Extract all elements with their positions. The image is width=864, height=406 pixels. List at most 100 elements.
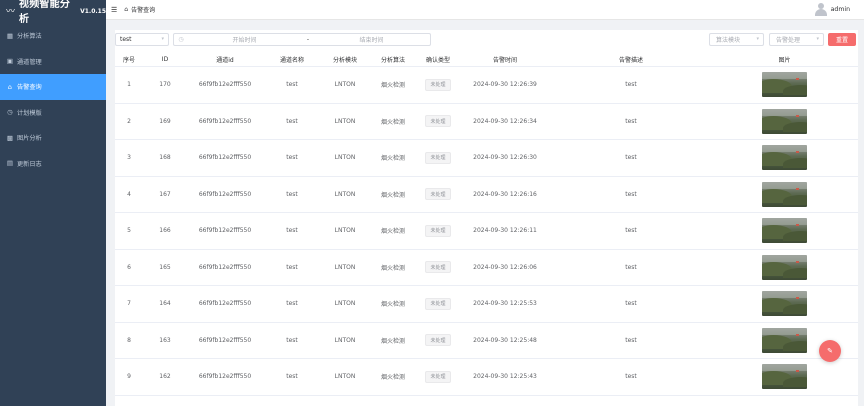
sidebar-item-label: 分析算法: [17, 33, 42, 41]
alarm-thumbnail[interactable]: [762, 72, 807, 98]
row-id: 162: [159, 373, 171, 381]
row-channel-id: 66f9fb12e2fff550: [198, 263, 252, 271]
filter-bar: test ▾ ◷ 开始时间 - 结束时间 算法模块 ▾ 告警处理 ▾ 重置: [115, 30, 858, 50]
row-id: 168: [159, 154, 171, 162]
row-channel-name: test: [286, 154, 298, 162]
date-range-picker[interactable]: ◷ 开始时间 - 结束时间: [173, 33, 431, 46]
clock-icon: ◷: [7, 108, 13, 117]
sidebar-item-alarms[interactable]: ⌂ 告警查询: [0, 74, 106, 100]
alarm-thumbnail[interactable]: [762, 364, 807, 390]
row-alarm-time: 2024-09-30 12:26:16: [473, 190, 537, 198]
row-module: LNTON: [334, 117, 356, 125]
column-header[interactable]: 通道id: [187, 55, 263, 64]
alarm-thumbnail[interactable]: [762, 108, 807, 134]
row-alarm-time: 2024-09-30 12:26:06: [473, 263, 537, 271]
column-header[interactable]: 图片: [711, 55, 858, 64]
row-image-cell: [711, 254, 858, 280]
row-image-cell: [711, 145, 858, 171]
row-id: 165: [159, 263, 171, 271]
algorithm-select[interactable]: 算法模块 ▾: [709, 33, 764, 46]
row-algorithm: 烟火检测: [380, 337, 405, 345]
row-index: 2: [127, 117, 131, 125]
chevron-down-icon: ▾: [161, 36, 164, 42]
row-channel-id: 66f9fb12e2fff550: [198, 373, 252, 381]
row-algorithm: 烟火检测: [380, 301, 405, 309]
channel-select[interactable]: test ▾: [115, 33, 169, 46]
row-algorithm: 烟火检测: [380, 264, 405, 272]
table-row[interactable]: 9 162 66f9fb12e2fff550 test LNTON 烟火检测 未处理 2024…: [115, 359, 858, 396]
row-description: test: [625, 300, 637, 308]
alarm-thumbnail[interactable]: [762, 291, 807, 317]
row-index: 5: [127, 227, 131, 235]
user-menu[interactable]: admin: [814, 3, 850, 16]
status-cell: 未处理: [417, 188, 459, 201]
row-channel-name: test: [286, 300, 298, 308]
start-time-input[interactable]: 开始时间: [186, 35, 303, 44]
hamburger-icon[interactable]: ☰: [111, 6, 117, 14]
alarm-thumbnail[interactable]: [762, 181, 807, 207]
column-header[interactable]: 告警时间: [459, 55, 551, 64]
grid-icon: ▦: [6, 31, 14, 40]
status-cell: 未处理: [417, 261, 459, 274]
column-header[interactable]: 告警描述: [551, 55, 711, 64]
status-cell: 未处理: [417, 78, 459, 91]
row-algorithm: 烟火检测: [380, 82, 405, 90]
sidebar-item-plan-templates[interactable]: ◷ 计划模版: [0, 100, 106, 126]
row-channel-id: 66f9fb12e2fff550: [198, 117, 252, 125]
row-index: 8: [127, 336, 131, 344]
row-index: 6: [127, 263, 131, 271]
table-row[interactable]: 8 163 66f9fb12e2fff550 test LNTON 烟火检测 未处理 2024…: [115, 323, 858, 359]
status-select[interactable]: 告警处理 ▾: [769, 33, 824, 46]
sidebar-item-channels[interactable]: ▣ 通道管理: [0, 49, 106, 75]
row-channel-name: test: [286, 227, 298, 235]
sidebar-item-image-analysis[interactable]: ▩ 图片分析: [0, 125, 106, 151]
column-header[interactable]: 分析模块: [321, 55, 369, 64]
breadcrumb-current: 告警查询: [131, 7, 156, 14]
sidebar-item-changelog[interactable]: ▤ 更新日志: [0, 151, 106, 177]
top-header: ☰ ⌂ 告警查询 admin: [106, 0, 864, 20]
column-header[interactable]: 通道名称: [263, 55, 321, 64]
row-algorithm: 烟火检测: [380, 228, 405, 236]
column-header[interactable]: 序号: [115, 55, 143, 64]
avatar[interactable]: [814, 3, 827, 16]
image-icon: ▩: [6, 133, 14, 142]
table-row[interactable]: 3 168 66f9fb12e2fff550 test LNTON 烟火检测 未处理 2024…: [115, 140, 858, 177]
row-index: 9: [127, 373, 131, 381]
row-description: test: [625, 190, 637, 198]
row-channel-name: test: [286, 263, 298, 271]
username[interactable]: admin: [831, 6, 850, 13]
table-row[interactable]: 2 169 66f9fb12e2fff550 test LNTON 烟火检测 未处理 2024…: [115, 104, 858, 140]
row-description: test: [625, 227, 637, 235]
sidebar-item-label: 告警查询: [17, 84, 42, 92]
alarm-thumbnail[interactable]: [762, 218, 807, 244]
column-header[interactable]: 分析算法: [369, 55, 417, 64]
alarm-thumbnail[interactable]: [762, 254, 807, 280]
table-row[interactable]: 1 170 66f9fb12e2fff550 test LNTON 烟火检测 未处理 2024…: [115, 67, 858, 104]
floating-action-button[interactable]: ✎: [819, 340, 841, 362]
table-row[interactable]: 7 164 66f9fb12e2fff550 test LNTON 烟火检测 未处理 2024…: [115, 286, 858, 323]
table-row[interactable]: 4 167 66f9fb12e2fff550 test LNTON 烟火检测 未处理 2024…: [115, 177, 858, 213]
table-row[interactable]: 5 166 66f9fb12e2fff550 test LNTON 烟火检测 未处理 2024…: [115, 213, 858, 250]
row-description: test: [625, 263, 637, 271]
status-badge: 未处理: [425, 224, 451, 237]
row-module: LNTON: [334, 336, 356, 344]
sidebar-item-label: 更新日志: [17, 160, 42, 168]
alarm-thumbnail[interactable]: [762, 327, 807, 353]
row-channel-name: test: [286, 190, 298, 198]
channel-select-value: test: [120, 36, 132, 43]
column-header[interactable]: ID: [143, 56, 187, 63]
row-description: test: [625, 117, 637, 125]
sidebar-item-algorithms[interactable]: ▦ 分析算法: [0, 23, 106, 49]
table-row[interactable]: 6 165 66f9fb12e2fff550 test LNTON 烟火检测 未处理 2024…: [115, 250, 858, 286]
document-icon: ▤: [6, 159, 14, 168]
table-body: 1 170 66f9fb12e2fff550 test LNTON 烟火检测 未处理 2024…: [115, 67, 858, 396]
column-header[interactable]: 确认类型: [417, 55, 459, 64]
row-alarm-time: 2024-09-30 12:25:43: [473, 373, 537, 381]
row-id: 167: [159, 190, 171, 198]
alarm-table: 序号 ID 通道id 通道名称 分析模块 分析算法 确认类型 告警时间 告警描述…: [115, 52, 858, 396]
end-time-input[interactable]: 结束时间: [313, 35, 430, 44]
alarm-thumbnail[interactable]: [762, 145, 807, 171]
reset-button[interactable]: 重置: [828, 33, 856, 46]
pulse-icon: 〰: [6, 6, 16, 17]
sidebar-item-label: 通道管理: [17, 58, 42, 66]
